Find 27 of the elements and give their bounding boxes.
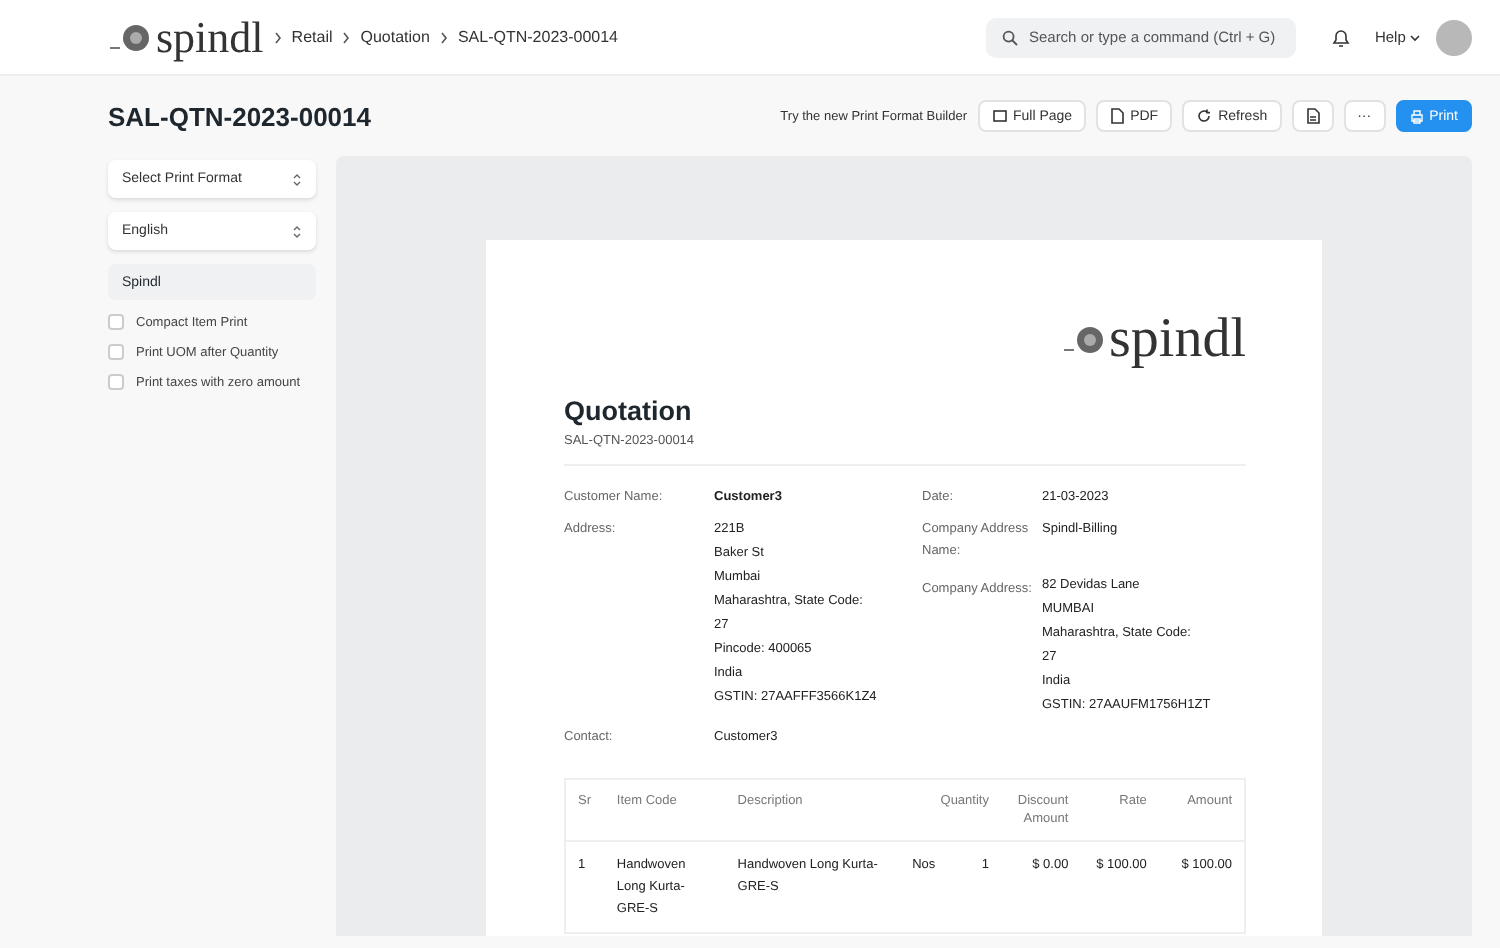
page-title: SAL-QTN-2023-00014 [108, 101, 371, 131]
avatar[interactable] [1436, 19, 1472, 55]
document-icon [1110, 108, 1125, 124]
expand-icon [991, 108, 1007, 124]
document-button[interactable] [1291, 100, 1334, 132]
checkbox[interactable] [108, 344, 124, 360]
caret-icon [1410, 34, 1420, 42]
printer-icon [1409, 109, 1424, 123]
chevron-icon [342, 31, 351, 43]
document-title: Quotation [564, 396, 694, 426]
checkbox[interactable] [108, 374, 124, 390]
logo[interactable]: spindl [108, 11, 264, 63]
chevron-icon [439, 31, 448, 43]
checkbox[interactable] [108, 314, 124, 330]
updown-icon [292, 223, 302, 239]
updown-icon [292, 171, 302, 187]
breadcrumb-link[interactable]: SAL-QTN-2023-00014 [457, 28, 618, 46]
refresh-icon [1196, 108, 1213, 124]
chevron-icon [273, 31, 282, 43]
breadcrumb-link[interactable]: Quotation [360, 28, 430, 46]
document-icon [1305, 108, 1320, 124]
breadcrumb-link[interactable]: Retail [291, 28, 333, 46]
search-icon [1002, 29, 1019, 45]
logo-mark-icon [108, 21, 152, 53]
document-logo: spindl [1061, 308, 1246, 372]
bell-icon[interactable] [1332, 27, 1351, 47]
logo-mark-icon [1061, 324, 1106, 356]
